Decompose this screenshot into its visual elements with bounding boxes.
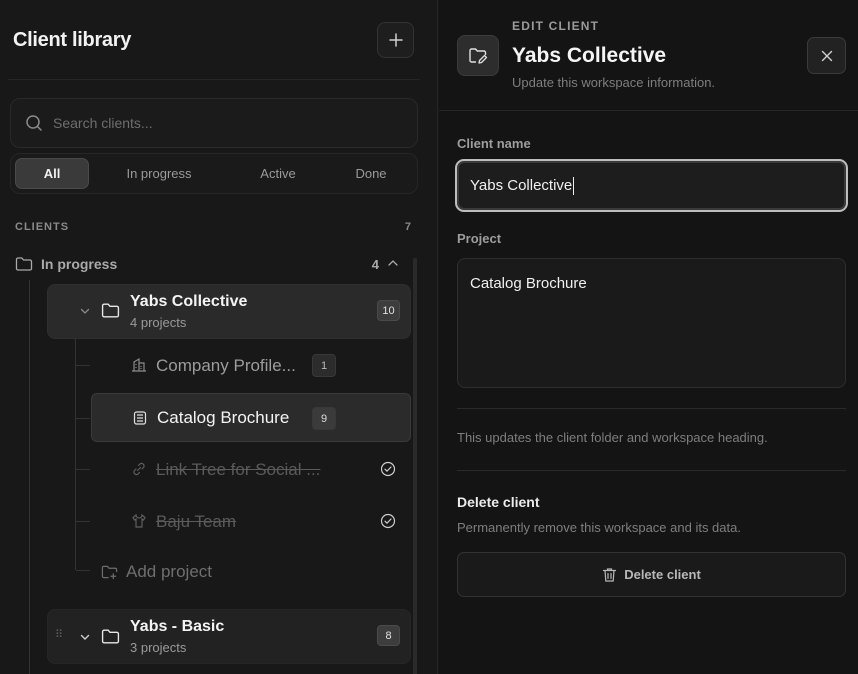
delete-client-button[interactable]: Delete client [457, 552, 846, 597]
chevron-up-icon[interactable] [386, 256, 400, 270]
panel-divider [439, 110, 858, 111]
filter-active[interactable]: Active [237, 158, 319, 189]
edit-client-panel: EDIT CLIENT Yabs Collective Update this … [439, 0, 858, 674]
project-name: Baju Team [156, 511, 237, 531]
group-in-progress[interactable]: In progress 4 [15, 254, 402, 274]
folder-plus-icon [101, 565, 118, 580]
project-name: Catalog Brochure [157, 407, 290, 427]
panel-icon [457, 35, 499, 76]
drag-handle-icon[interactable]: ⠿ [55, 628, 63, 641]
search-icon [26, 115, 42, 131]
client-name-label: Client name [457, 136, 531, 151]
plus-icon [388, 33, 403, 47]
panel-kicker: EDIT CLIENT [512, 19, 600, 33]
close-icon [821, 50, 832, 61]
tree-branch [76, 521, 90, 522]
scrollbar[interactable] [413, 258, 417, 674]
tree-branch [76, 418, 90, 419]
update-note: This updates the client folder and works… [457, 430, 768, 445]
delete-heading: Delete client [457, 494, 540, 510]
folder-icon [101, 629, 120, 644]
link-icon [133, 462, 145, 476]
project-badge: 9 [312, 407, 336, 430]
check-circle-icon [380, 461, 396, 477]
delete-button-label: Delete client [624, 567, 701, 582]
folder-icon [101, 303, 120, 318]
project-badge: 1 [312, 354, 336, 377]
search-input[interactable]: Search clients... [10, 98, 418, 148]
tree-branch [76, 570, 90, 571]
add-project-label: Add project [126, 562, 212, 581]
client-library-sidebar: Client library Search clients... All In … [0, 0, 438, 674]
clients-section-header: CLIENTS 7 [15, 221, 412, 233]
client-badge: 8 [377, 625, 400, 646]
project-name: Company Profile... [156, 355, 296, 375]
filter-tabs: All In progress Active Done [10, 153, 418, 194]
chevron-down-icon[interactable] [79, 305, 91, 317]
project-name: Link Tree for Social ... [156, 459, 321, 479]
client-name-input[interactable]: Yabs Collective [455, 159, 848, 212]
tree-line [75, 338, 76, 570]
add-project-button[interactable]: Add project [101, 562, 212, 582]
tree-line [29, 280, 30, 674]
group-label: In progress [41, 256, 118, 272]
client-name-value: Yabs Collective [470, 177, 573, 194]
filter-done[interactable]: Done [331, 158, 411, 189]
sidebar-title: Client library [13, 29, 132, 51]
close-button[interactable] [807, 37, 846, 74]
filter-in-progress[interactable]: In progress [107, 158, 211, 189]
text-caret [573, 176, 575, 195]
delete-description: Permanently remove this workspace and it… [457, 520, 741, 535]
tree-branch [76, 469, 90, 470]
section-divider [457, 408, 846, 409]
client-name: Yabs Collective [130, 293, 248, 310]
client-project-count: 4 projects [130, 315, 187, 330]
project-value: Catalog Brochure [470, 275, 587, 292]
project-item-company-profile[interactable]: Company Profile... 1 [91, 341, 411, 390]
section-divider [457, 470, 846, 471]
panel-title: Yabs Collective [512, 44, 667, 67]
building-icon [132, 357, 146, 372]
project-item-link-tree[interactable]: Link Tree for Social ... [91, 445, 411, 494]
add-client-button[interactable] [377, 22, 414, 58]
project-item-baju-team[interactable]: Baju Team [91, 497, 411, 546]
check-circle-icon [380, 513, 396, 529]
project-item-catalog-brochure[interactable]: Catalog Brochure 9 [91, 393, 411, 442]
group-count: 4 [371, 256, 379, 272]
client-name: Yabs - Basic [130, 618, 225, 635]
shirt-icon [132, 513, 146, 528]
trash-icon [603, 567, 617, 582]
section-label: CLIENTS [15, 221, 70, 233]
project-textarea[interactable]: Catalog Brochure [457, 258, 846, 388]
tree-branch [76, 365, 90, 366]
client-row-yabs-collective[interactable]: Yabs Collective 4 projects 10 [47, 284, 411, 339]
panel-subtitle: Update this workspace information. [512, 75, 716, 90]
book-icon [133, 411, 147, 425]
section-count: 7 [404, 221, 412, 233]
chevron-down-icon[interactable] [79, 631, 91, 643]
client-badge: 10 [377, 300, 400, 321]
project-label: Project [457, 231, 502, 246]
client-project-count: 3 projects [130, 640, 187, 655]
search-placeholder: Search clients... [53, 115, 153, 131]
folder-edit-icon [469, 47, 488, 64]
header-divider [8, 79, 420, 80]
filter-all[interactable]: All [15, 158, 89, 189]
folder-icon [15, 257, 33, 271]
client-row-yabs-basic[interactable]: ⠿ Yabs - Basic 3 projects 8 [47, 609, 411, 664]
